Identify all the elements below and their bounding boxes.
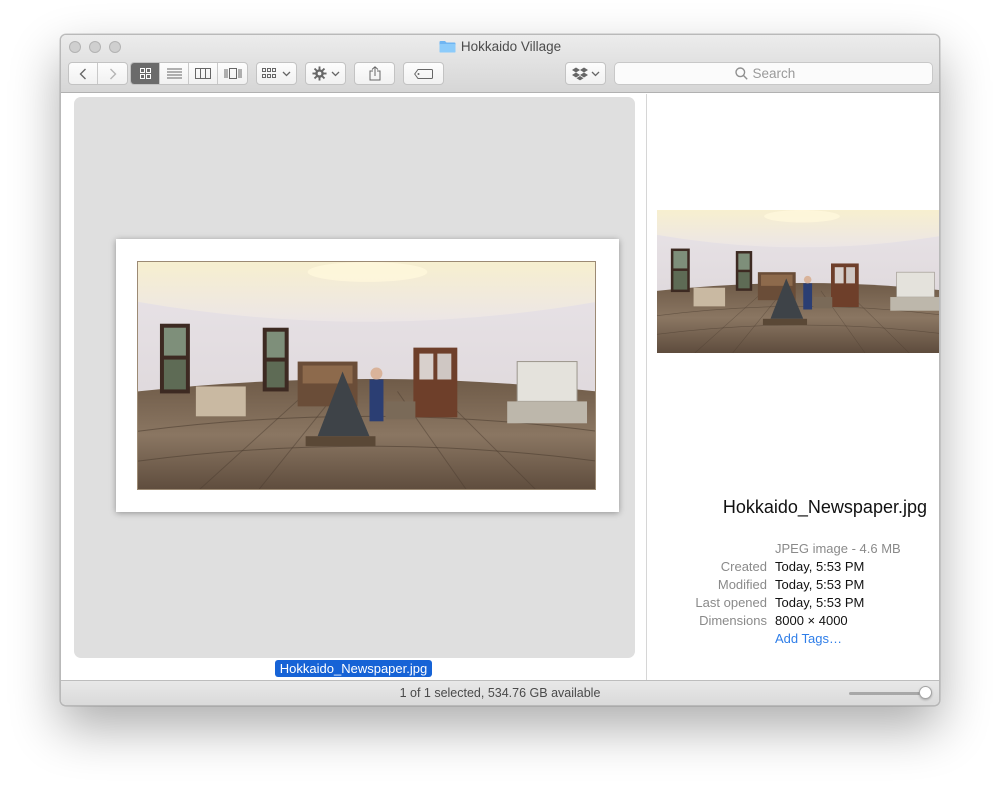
- dropbox-icon: [571, 67, 588, 80]
- preview-image: [657, 210, 939, 353]
- folder-icon: [439, 40, 456, 57]
- chevron-left-icon: [79, 68, 86, 79]
- icon-size-slider-thumb[interactable]: [919, 686, 932, 699]
- file-info: JPEG image - 4.6 MB Created Today, 5:53 …: [647, 540, 939, 648]
- info-label: Created: [720, 559, 767, 574]
- list-view-icon: [166, 68, 182, 79]
- info-value: Today, 5:53 PM: [775, 559, 865, 574]
- title-bar: Hokkaido Village: [61, 35, 939, 93]
- forward-button[interactable]: [98, 63, 127, 84]
- column-view-button[interactable]: [189, 63, 218, 84]
- status-text: 1 of 1 selected, 534.76 GB available: [399, 686, 601, 700]
- tag-icon: [414, 68, 433, 79]
- gear-icon: [311, 66, 327, 81]
- edit-tags-button[interactable]: [403, 62, 444, 85]
- action-menu-button[interactable]: [305, 62, 346, 85]
- group-by-icon: [262, 68, 276, 78]
- status-bar: 1 of 1 selected, 534.76 GB available: [61, 680, 939, 705]
- search-icon: [734, 67, 748, 80]
- dropbox-button[interactable]: [565, 62, 606, 85]
- cover-flow-view-icon: [224, 68, 241, 79]
- file-kind: JPEG image - 4.6 MB: [775, 541, 901, 556]
- chevron-down-icon: [282, 71, 291, 76]
- chevron-down-icon: [591, 71, 599, 76]
- icon-view-button[interactable]: [131, 63, 160, 84]
- file-name-label[interactable]: Hokkaido_Newspaper.jpg: [61, 660, 646, 678]
- back-forward-control: [68, 62, 128, 85]
- back-button[interactable]: [69, 63, 98, 84]
- preview-pane: Hokkaido_Newspaper.jpg JPEG image - 4.6 …: [647, 94, 939, 682]
- search-input[interactable]: [752, 66, 813, 81]
- icon-size-slider[interactable]: [849, 692, 927, 695]
- icon-view-pane: Hokkaido_Newspaper.jpg: [61, 94, 646, 682]
- chevron-down-icon: [331, 71, 339, 76]
- info-value: Today, 5:53 PM: [775, 595, 865, 610]
- info-row-modified: Modified Today, 5:53 PM: [647, 576, 939, 594]
- view-mode-control: [130, 62, 248, 85]
- info-value: Today, 5:53 PM: [775, 577, 865, 592]
- window-title-text: Hokkaido Village: [460, 39, 562, 54]
- info-label: Modified: [717, 577, 767, 592]
- share-button[interactable]: [354, 62, 395, 85]
- chevron-right-icon: [109, 68, 116, 79]
- info-label: Dimensions: [699, 613, 767, 628]
- selected-item-highlight[interactable]: [74, 97, 635, 658]
- info-row-dimensions: Dimensions 8000 × 4000: [647, 612, 939, 630]
- content-area: Hokkaido_Newspaper.jpg Hokkaido_Newspape…: [61, 94, 939, 682]
- info-value: 8000 × 4000: [775, 613, 848, 628]
- preview-file-name: Hokkaido_Newspaper.jpg: [722, 497, 927, 517]
- info-label: Last opened: [695, 595, 767, 610]
- cover-flow-view-button[interactable]: [218, 63, 247, 84]
- share-icon: [369, 66, 380, 81]
- icon-view-icon: [139, 68, 151, 79]
- add-tags-link[interactable]: Add Tags…: [775, 630, 842, 648]
- search-field[interactable]: [614, 62, 933, 85]
- column-view-icon: [195, 68, 211, 79]
- thumbnail-image: [137, 261, 596, 490]
- finder-window: Hokkaido Village Search Hokkaido_Newspap…: [60, 34, 940, 706]
- file-thumbnail[interactable]: [116, 239, 619, 512]
- group-by-button[interactable]: [256, 62, 297, 85]
- file-name-text[interactable]: Hokkaido_Newspaper.jpg: [274, 660, 433, 677]
- list-view-button[interactable]: [160, 63, 189, 84]
- info-row-last-opened: Last opened Today, 5:53 PM: [647, 594, 939, 612]
- info-row-created: Created Today, 5:53 PM: [647, 558, 939, 576]
- window-title: Hokkaido Village: [61, 39, 939, 57]
